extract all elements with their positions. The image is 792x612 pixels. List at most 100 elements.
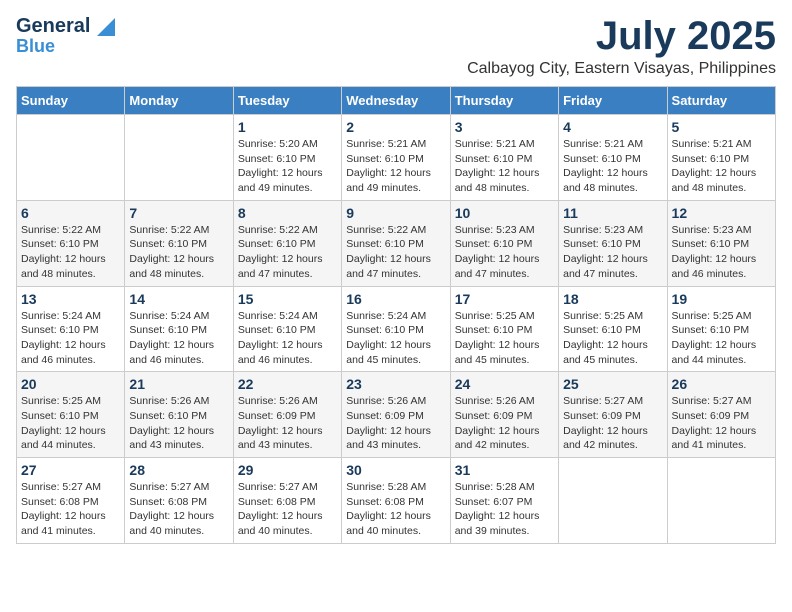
day-info: Sunrise: 5:27 AM Sunset: 6:08 PM Dayligh… <box>21 480 120 539</box>
calendar-day-cell: 26 Sunrise: 5:27 AM Sunset: 6:09 PM Dayli… <box>667 372 775 458</box>
day-info: Sunrise: 5:21 AM Sunset: 6:10 PM Dayligh… <box>346 137 445 196</box>
calendar-header-row: SundayMondayTuesdayWednesdayThursdayFrid… <box>17 87 776 115</box>
calendar-day-cell: 3 Sunrise: 5:21 AM Sunset: 6:10 PM Daylig… <box>450 115 558 201</box>
day-info: Sunrise: 5:27 AM Sunset: 6:09 PM Dayligh… <box>672 394 771 453</box>
day-number: 13 <box>21 291 120 307</box>
day-number: 9 <box>346 205 445 221</box>
calendar-day-header: Monday <box>125 87 233 115</box>
day-info: Sunrise: 5:26 AM Sunset: 6:09 PM Dayligh… <box>455 394 554 453</box>
day-number: 31 <box>455 462 554 478</box>
day-number: 28 <box>129 462 228 478</box>
day-number: 20 <box>21 376 120 392</box>
calendar-header: SundayMondayTuesdayWednesdayThursdayFrid… <box>17 87 776 115</box>
day-number: 15 <box>238 291 337 307</box>
day-number: 29 <box>238 462 337 478</box>
calendar-day-header: Tuesday <box>233 87 341 115</box>
day-number: 22 <box>238 376 337 392</box>
day-number: 11 <box>563 205 662 221</box>
calendar-day-cell: 10 Sunrise: 5:23 AM Sunset: 6:10 PM Dayli… <box>450 200 558 286</box>
calendar-day-header: Thursday <box>450 87 558 115</box>
calendar-day-cell: 11 Sunrise: 5:23 AM Sunset: 6:10 PM Dayli… <box>559 200 667 286</box>
day-number: 25 <box>563 376 662 392</box>
day-number: 4 <box>563 119 662 135</box>
calendar-day-cell: 17 Sunrise: 5:25 AM Sunset: 6:10 PM Dayli… <box>450 286 558 372</box>
calendar-day-cell: 27Sunrise: 5:27 AM Sunset: 6:08 PM Dayli… <box>17 458 125 544</box>
logo-blue-text <box>90 15 115 37</box>
day-number: 16 <box>346 291 445 307</box>
calendar-day-cell: 31Sunrise: 5:28 AM Sunset: 6:07 PM Dayli… <box>450 458 558 544</box>
calendar-week-row: 20 Sunrise: 5:25 AM Sunset: 6:10 PM Dayli… <box>17 372 776 458</box>
day-info: Sunrise: 5:23 AM Sunset: 6:10 PM Dayligh… <box>672 223 771 282</box>
calendar-day-cell: 19 Sunrise: 5:25 AM Sunset: 6:10 PM Dayli… <box>667 286 775 372</box>
calendar-day-cell <box>667 458 775 544</box>
day-number: 24 <box>455 376 554 392</box>
day-info: Sunrise: 5:28 AM Sunset: 6:08 PM Dayligh… <box>346 480 445 539</box>
calendar-week-row: 13 Sunrise: 5:24 AM Sunset: 6:10 PM Dayli… <box>17 286 776 372</box>
calendar-day-cell <box>559 458 667 544</box>
calendar-week-row: 1 Sunrise: 5:20 AM Sunset: 6:10 PM Daylig… <box>17 115 776 201</box>
day-info: Sunrise: 5:24 AM Sunset: 6:10 PM Dayligh… <box>346 309 445 368</box>
calendar-day-cell: 13Sunrise: 5:24 AM Sunset: 6:10 PM Dayli… <box>17 286 125 372</box>
calendar-day-cell: 25 Sunrise: 5:27 AM Sunset: 6:09 PM Dayli… <box>559 372 667 458</box>
day-number: 2 <box>346 119 445 135</box>
day-info: Sunrise: 5:27 AM Sunset: 6:09 PM Dayligh… <box>563 394 662 453</box>
logo-triangle-icon <box>97 18 115 36</box>
calendar-day-header: Friday <box>559 87 667 115</box>
day-number: 10 <box>455 205 554 221</box>
calendar-day-header: Saturday <box>667 87 775 115</box>
calendar-week-row: 6 Sunrise: 5:22 AM Sunset: 6:10 PM Daylig… <box>17 200 776 286</box>
calendar-day-cell: 18 Sunrise: 5:25 AM Sunset: 6:10 PM Dayli… <box>559 286 667 372</box>
day-info: Sunrise: 5:25 AM Sunset: 6:10 PM Dayligh… <box>455 309 554 368</box>
day-number: 21 <box>129 376 228 392</box>
day-info: Sunrise: 5:27 AM Sunset: 6:08 PM Dayligh… <box>129 480 228 539</box>
day-number: 14 <box>129 291 228 307</box>
day-info: Sunrise: 5:25 AM Sunset: 6:10 PM Dayligh… <box>672 309 771 368</box>
day-number: 23 <box>346 376 445 392</box>
logo-blue-line: Blue <box>16 36 115 57</box>
subtitle: Calbayog City, Eastern Visayas, Philippi… <box>467 60 776 78</box>
day-number: 5 <box>672 119 771 135</box>
calendar-body: 1 Sunrise: 5:20 AM Sunset: 6:10 PM Daylig… <box>17 115 776 544</box>
main-title: July 2025 <box>467 16 776 56</box>
day-number: 26 <box>672 376 771 392</box>
day-number: 12 <box>672 205 771 221</box>
day-number: 8 <box>238 205 337 221</box>
calendar-day-cell: 2 Sunrise: 5:21 AM Sunset: 6:10 PM Daylig… <box>342 115 450 201</box>
logo-general-text: General <box>16 15 90 37</box>
calendar-day-cell: 6 Sunrise: 5:22 AM Sunset: 6:10 PM Daylig… <box>17 200 125 286</box>
calendar-day-header: Sunday <box>17 87 125 115</box>
day-number: 18 <box>563 291 662 307</box>
calendar-day-cell: 15 Sunrise: 5:24 AM Sunset: 6:10 PM Dayli… <box>233 286 341 372</box>
day-info: Sunrise: 5:21 AM Sunset: 6:10 PM Dayligh… <box>455 137 554 196</box>
day-info: Sunrise: 5:25 AM Sunset: 6:10 PM Dayligh… <box>21 394 120 453</box>
calendar-day-cell: 23 Sunrise: 5:26 AM Sunset: 6:09 PM Dayli… <box>342 372 450 458</box>
day-info: Sunrise: 5:20 AM Sunset: 6:10 PM Dayligh… <box>238 137 337 196</box>
calendar-day-cell: 22Sunrise: 5:26 AM Sunset: 6:09 PM Dayli… <box>233 372 341 458</box>
day-info: Sunrise: 5:22 AM Sunset: 6:10 PM Dayligh… <box>129 223 228 282</box>
day-info: Sunrise: 5:26 AM Sunset: 6:09 PM Dayligh… <box>346 394 445 453</box>
calendar-day-cell: 21Sunrise: 5:26 AM Sunset: 6:10 PM Dayli… <box>125 372 233 458</box>
day-number: 1 <box>238 119 337 135</box>
calendar-day-cell: 8Sunrise: 5:22 AM Sunset: 6:10 PM Daylig… <box>233 200 341 286</box>
day-info: Sunrise: 5:22 AM Sunset: 6:10 PM Dayligh… <box>21 223 120 282</box>
day-number: 7 <box>129 205 228 221</box>
day-number: 19 <box>672 291 771 307</box>
calendar-day-cell <box>17 115 125 201</box>
day-info: Sunrise: 5:23 AM Sunset: 6:10 PM Dayligh… <box>455 223 554 282</box>
day-info: Sunrise: 5:25 AM Sunset: 6:10 PM Dayligh… <box>563 309 662 368</box>
day-info: Sunrise: 5:24 AM Sunset: 6:10 PM Dayligh… <box>238 309 337 368</box>
calendar-day-cell: 7 Sunrise: 5:22 AM Sunset: 6:10 PM Daylig… <box>125 200 233 286</box>
title-section: July 2025 Calbayog City, Eastern Visayas… <box>467 16 776 78</box>
calendar-day-cell: 4 Sunrise: 5:21 AM Sunset: 6:10 PM Daylig… <box>559 115 667 201</box>
calendar-day-cell: 5Sunrise: 5:21 AM Sunset: 6:10 PM Daylig… <box>667 115 775 201</box>
calendar-day-cell: 16 Sunrise: 5:24 AM Sunset: 6:10 PM Dayli… <box>342 286 450 372</box>
calendar-day-cell: 29Sunrise: 5:27 AM Sunset: 6:08 PM Dayli… <box>233 458 341 544</box>
day-info: Sunrise: 5:21 AM Sunset: 6:10 PM Dayligh… <box>563 137 662 196</box>
page-header: General Blue July 2025 Calbayog City, Ea… <box>16 16 776 78</box>
day-info: Sunrise: 5:23 AM Sunset: 6:10 PM Dayligh… <box>563 223 662 282</box>
day-number: 3 <box>455 119 554 135</box>
day-number: 6 <box>21 205 120 221</box>
calendar-day-cell: 12 Sunrise: 5:23 AM Sunset: 6:10 PM Dayli… <box>667 200 775 286</box>
calendar-day-cell: 9Sunrise: 5:22 AM Sunset: 6:10 PM Daylig… <box>342 200 450 286</box>
day-number: 17 <box>455 291 554 307</box>
